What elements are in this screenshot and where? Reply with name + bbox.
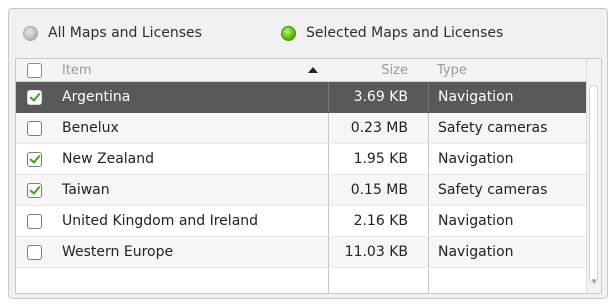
scrollbar-thumb[interactable]	[589, 85, 598, 283]
row-item-name: Argentina	[62, 89, 131, 105]
row-type: Safety cameras	[428, 175, 601, 205]
radio-off-icon	[23, 25, 38, 41]
row-type: Navigation	[428, 82, 601, 112]
row-checkbox[interactable]	[26, 213, 42, 229]
row-checkbox-cell	[16, 144, 52, 174]
table-row[interactable]: Benelux 0.23 MB Safety cameras	[16, 113, 586, 144]
filter-bar: All Maps and Licenses Selected Maps and …	[9, 9, 607, 58]
row-item-name: Benelux	[62, 120, 119, 136]
row-item-name: New Zealand	[62, 151, 154, 167]
maps-licenses-panel: All Maps and Licenses Selected Maps and …	[8, 8, 608, 299]
column-header-item-label: Item	[62, 62, 92, 78]
empty-type-cell	[428, 268, 601, 293]
row-checkbox-cell	[16, 206, 52, 236]
row-item-name: Taiwan	[62, 182, 110, 198]
table-row[interactable]: Argentina 3.69 KB Navigation	[16, 82, 586, 113]
selected-maps-radio[interactable]: Selected Maps and Licenses	[281, 25, 503, 41]
row-size: 0.15 MB	[328, 175, 428, 205]
row-checkbox[interactable]	[26, 182, 42, 198]
row-checkbox[interactable]	[26, 89, 42, 105]
sort-ascending-icon	[308, 67, 318, 73]
empty-size-cell	[328, 268, 428, 293]
row-checkbox-cell	[16, 237, 52, 267]
row-item-name: United Kingdom and Ireland	[62, 213, 259, 229]
row-size: 0.23 MB	[328, 113, 428, 143]
row-size: 11.03 KB	[328, 237, 428, 267]
vertical-scrollbar[interactable]: ▾	[586, 59, 601, 293]
row-size: 1.95 KB	[328, 144, 428, 174]
column-header-item[interactable]: Item	[52, 59, 328, 81]
select-all-cell	[16, 59, 52, 81]
row-checkbox[interactable]	[26, 120, 42, 136]
row-checkbox-cell	[16, 113, 52, 143]
selected-maps-label: Selected Maps and Licenses	[306, 25, 504, 41]
all-maps-radio[interactable]: All Maps and Licenses	[23, 25, 202, 41]
column-header-size-label: Size	[381, 62, 408, 78]
column-header-type-label: Type	[437, 62, 467, 78]
table-row[interactable]: Taiwan 0.15 MB Safety cameras	[16, 175, 586, 206]
select-all-checkbox[interactable]	[26, 62, 42, 78]
row-checkbox-cell	[16, 82, 52, 112]
row-checkbox[interactable]	[26, 151, 42, 167]
column-header-size[interactable]: Size	[328, 59, 428, 81]
row-item-name: Western Europe	[62, 244, 174, 260]
column-header-type[interactable]: Type	[428, 59, 601, 81]
row-checkbox-cell	[16, 175, 52, 205]
radio-on-icon	[281, 25, 296, 41]
row-type: Safety cameras	[428, 113, 601, 143]
row-checkbox[interactable]	[26, 244, 42, 260]
table-row[interactable]: Western Europe 11.03 KB Navigation	[16, 237, 586, 268]
row-type: Navigation	[428, 237, 601, 267]
table-row[interactable]: New Zealand 1.95 KB Navigation	[16, 144, 586, 175]
all-maps-label: All Maps and Licenses	[48, 25, 202, 41]
maps-table: Item Size Type Argentina 3.69 KB Navigatio…	[15, 58, 602, 294]
table-header: Item Size Type	[16, 59, 586, 82]
empty-row	[16, 268, 586, 293]
row-size: 2.16 KB	[328, 206, 428, 236]
row-type: Navigation	[428, 206, 601, 236]
row-type: Navigation	[428, 144, 601, 174]
table-row[interactable]: United Kingdom and Ireland 2.16 KB Navigat…	[16, 206, 586, 237]
scroll-down-icon[interactable]: ▾	[589, 275, 599, 289]
row-size: 3.69 KB	[328, 82, 428, 112]
table-body: Argentina 3.69 KB Navigation Benelux 0.23 MB…	[16, 82, 586, 293]
